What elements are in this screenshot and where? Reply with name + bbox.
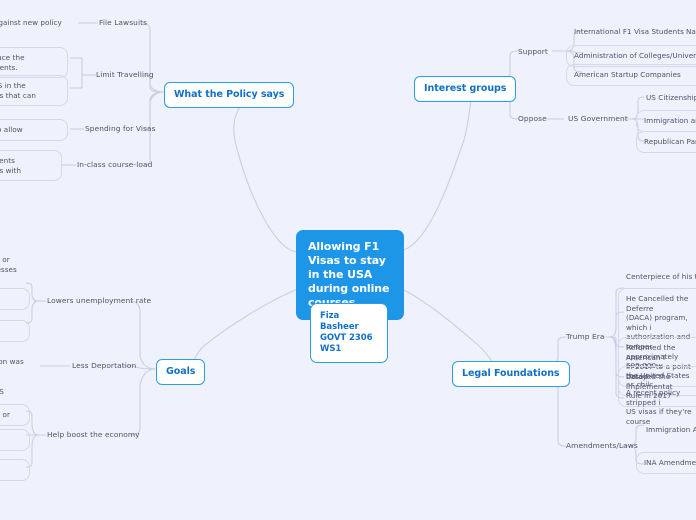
author-name: Fiza Basheer bbox=[320, 311, 359, 332]
sub-lowers-unemployment-rate[interactable]: Lowers unemployment rate bbox=[47, 296, 151, 306]
leaf-immigration-and[interactable]: Immigration and bbox=[636, 110, 696, 132]
leaf-less-deportation[interactable]: tation was bbox=[0, 357, 24, 367]
mindmap-canvas: Allowing F1 Visas to stay in the USA dur… bbox=[0, 0, 696, 520]
leaf-economy-top[interactable]: US bbox=[0, 387, 4, 397]
leaf-economy-a[interactable]: rment, or bbox=[0, 404, 30, 426]
branch-legal-foundations[interactable]: Legal Foundations bbox=[452, 361, 570, 387]
sub-amendments-laws[interactable]: Amendments/Laws bbox=[566, 441, 638, 451]
leaf-republican-party[interactable]: Republican Party bbox=[636, 131, 696, 153]
leaf-american-startup-companies[interactable]: American Startup Companies bbox=[566, 64, 696, 86]
branch-legal-foundations-label: Legal Foundations bbox=[462, 368, 560, 379]
sub-spending-for-visas[interactable]: Spending for Visas bbox=[85, 124, 156, 134]
root-title: Allowing F1 Visas to stay in the USA dur… bbox=[308, 240, 390, 309]
branch-interest-groups[interactable]: Interest groups bbox=[414, 76, 517, 102]
leaf-economy-c[interactable]: f the bbox=[0, 459, 30, 481]
leaf-file-lawsuits[interactable]: lawsuits against new policy bbox=[0, 18, 76, 28]
author-course: GOVT 2306 bbox=[320, 333, 373, 343]
leaf-economy-b[interactable]: vels of bbox=[0, 429, 30, 451]
branch-policy[interactable]: What the Policy says bbox=[164, 82, 295, 108]
sub-in-class-course-load[interactable]: In-class course-load bbox=[77, 160, 152, 170]
sub-limit-travelling[interactable]: Limit Travelling bbox=[96, 70, 154, 80]
author-section: WS1 bbox=[320, 344, 342, 354]
leaf-us-citizenship[interactable]: US Citizenship an bbox=[646, 93, 696, 103]
branch-policy-label: What the Policy says bbox=[174, 89, 285, 100]
sub-trump-era[interactable]: Trump Era bbox=[566, 332, 605, 342]
sub-file-lawsuits[interactable]: File Lawsuits bbox=[99, 18, 147, 28]
leaf-unemployment-b[interactable]: r bbox=[0, 320, 30, 342]
leaf-ina-amendment[interactable]: INA Amendment bbox=[636, 452, 696, 474]
leaf-in-class-course-load[interactable]: allow students to students with bbox=[0, 150, 62, 182]
leaf-spending-for-visas[interactable]: f money to allow bbox=[0, 119, 68, 141]
leaf-immigration-act[interactable]: Immigration Act bbox=[646, 425, 696, 435]
leaf-recent-policy-stripped[interactable]: A recent policy stripped i US visas if t… bbox=[626, 388, 696, 426]
branch-goals[interactable]: Goals bbox=[156, 359, 206, 385]
sub-oppose[interactable]: Oppose bbox=[518, 114, 547, 124]
leaf-limit-travelling-b[interactable]: k to the US in the or students that can bbox=[0, 75, 68, 107]
sub-less-deportation[interactable]: Less Deportation bbox=[72, 361, 136, 371]
sub-support[interactable]: Support bbox=[518, 47, 548, 57]
leaf-trump-centerpiece[interactable]: Centerpiece of his term a bbox=[626, 272, 696, 282]
sub-us-government[interactable]: US Government bbox=[568, 114, 628, 124]
branch-goals-label: Goals bbox=[166, 366, 196, 377]
leaf-unemployment-top[interactable]: tion or sinesses s bbox=[0, 255, 30, 284]
leaf-limit-travelling-a[interactable]: nts to reduce the other students. bbox=[0, 47, 68, 79]
leaf-national-truncated[interactable]: Na bbox=[686, 27, 696, 37]
branch-interest-groups-label: Interest groups bbox=[424, 83, 507, 94]
leaf-international-f1-students[interactable]: International F1 Visa Students bbox=[574, 27, 684, 37]
author-node[interactable]: Fiza Basheer GOVT 2306 WS1 bbox=[310, 303, 388, 363]
leaf-unemployment-a[interactable]: not bbox=[0, 288, 30, 310]
sub-help-boost-economy[interactable]: Help boost the economy bbox=[47, 430, 140, 440]
